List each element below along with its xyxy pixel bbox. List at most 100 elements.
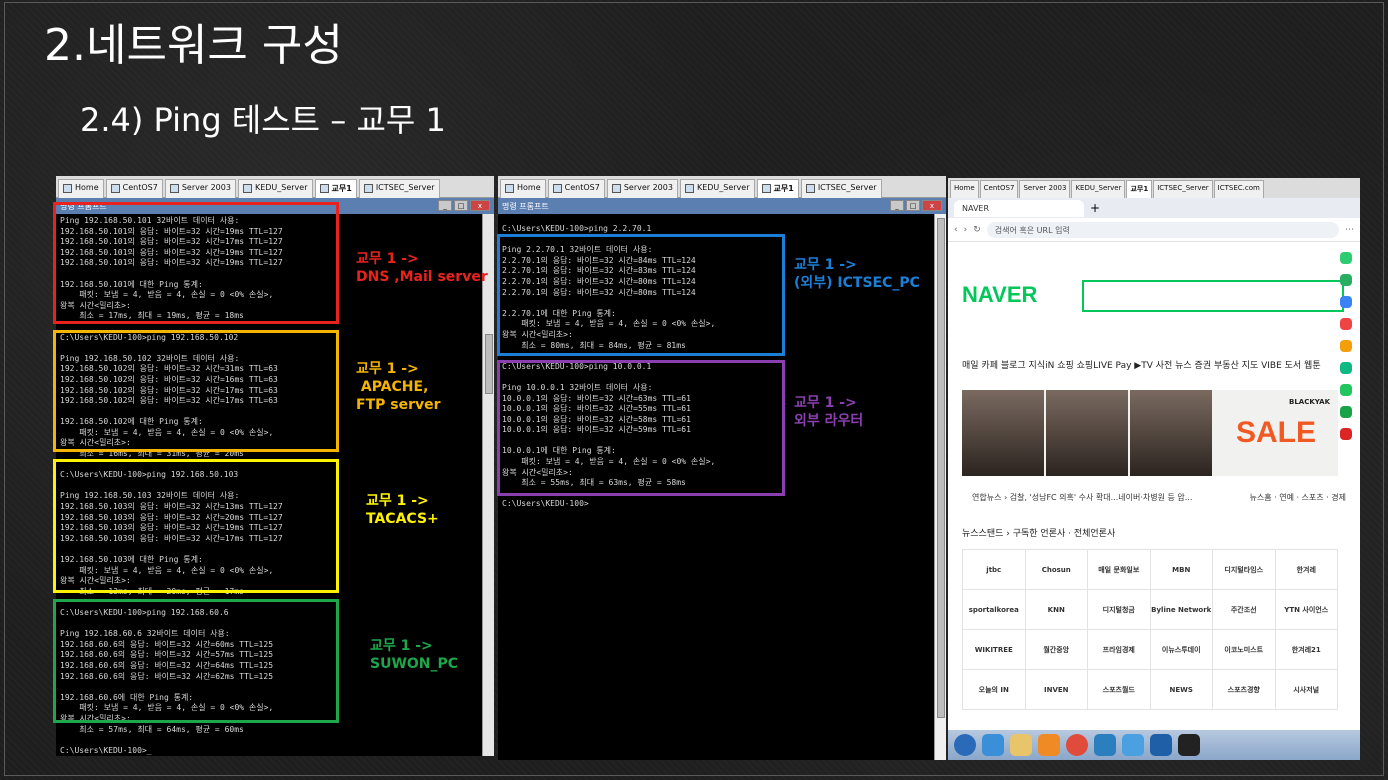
press-grid: jtbc Chosun 매일 문화일보 MBN 디지털타임스 한겨레 sportalkore… [962, 549, 1338, 710]
annotation-suwon-pc: 교무 1 -> SUWON_PC [370, 638, 459, 672]
close-button[interactable]: x [922, 200, 942, 211]
app-icon[interactable] [1340, 428, 1352, 440]
scrollbar-thumb[interactable] [485, 334, 493, 394]
press-item[interactable]: 이뉴스투데이 [1150, 630, 1213, 670]
press-item[interactable]: 프라임경제 [1088, 630, 1151, 670]
highlight-box-red [53, 202, 339, 324]
minimize-button[interactable]: _ [438, 200, 452, 211]
press-item[interactable]: sportalkorea [963, 590, 1026, 630]
vm-tab-gyomu1[interactable]: 교무1 [314, 179, 357, 198]
banner-sale-text: SALE [1235, 416, 1316, 449]
vm-tab-kedu-server[interactable]: KEDU_Server [237, 179, 313, 198]
press-item[interactable]: 오늘의 IN [963, 670, 1026, 710]
press-item[interactable]: 시사저널 [1275, 670, 1338, 710]
press-item[interactable]: 월간중앙 [1025, 630, 1088, 670]
vm-tab-bar: Home CentOS7 Server 2003 KEDU_Server 교무1… [948, 178, 1360, 198]
app-icon[interactable] [1340, 296, 1352, 308]
vm-tab-gyomu1[interactable]: 교무1 [756, 179, 799, 198]
app-icon[interactable] [1340, 252, 1352, 264]
press-item[interactable]: 스포츠경향 [1213, 670, 1276, 710]
press-item[interactable]: 스포츠월드 [1088, 670, 1151, 710]
app-icon[interactable] [1150, 734, 1172, 756]
new-tab-button[interactable]: + [1090, 201, 1100, 215]
browser-tab-naver[interactable]: NAVER [954, 199, 1084, 217]
news-ticker[interactable]: 연합뉴스 › 검찰, '성남FC 의혹' 수사 확대...네이버·차병원 등 압… [972, 492, 1346, 503]
vm-tab-ictsec-server[interactable]: ICTSEC_Server [358, 179, 440, 198]
explorer-icon[interactable] [1010, 734, 1032, 756]
press-item[interactable]: 디지털청금 [1088, 590, 1151, 630]
app-icon[interactable] [1340, 340, 1352, 352]
vm-tab-home[interactable]: Home [500, 179, 546, 198]
maximize-button[interactable]: □ [454, 200, 468, 211]
news-links[interactable]: 뉴스홈 · 연예 · 스포츠 · 경제 [1250, 492, 1347, 503]
app-icon[interactable] [1340, 274, 1352, 286]
banner-model-image [1130, 390, 1212, 476]
vm-tab-bar: Home CentOS7 Server 2003 KEDU_Server 교무1… [56, 176, 494, 198]
vm-tab-server2003[interactable]: Server 2003 [164, 179, 236, 198]
vm-tab-home[interactable]: Home [58, 179, 104, 198]
news-headline[interactable]: 연합뉴스 › 검찰, '성남FC 의혹' 수사 확대...네이버·차병원 등 압… [972, 492, 1192, 503]
naver-service-menu[interactable]: 매일 카페 블로그 지식iN 쇼핑 쇼핑LIVE Pay ▶TV 사전 뉴스 증… [962, 358, 1321, 371]
vm-tab-server2003[interactable]: Server 2003 [606, 179, 678, 198]
vm-tab-bar: Home CentOS7 Server 2003 KEDU_Server 교무1… [498, 176, 946, 198]
ad-banner[interactable]: BLACKYAK SALE [962, 390, 1338, 476]
close-button[interactable]: x [470, 200, 490, 211]
press-item[interactable]: 한겨레 [1275, 550, 1338, 590]
scrollbar-thumb[interactable] [937, 218, 945, 718]
vm-tab-kedu-server[interactable]: KEDU_Server [679, 179, 755, 198]
reload-icon[interactable]: ↻ [973, 225, 981, 235]
app-icon[interactable] [1340, 406, 1352, 418]
minimize-button[interactable]: _ [890, 200, 904, 211]
scrollbar[interactable] [934, 214, 946, 760]
vm-tab-kedu-server[interactable]: KEDU_Server [1071, 180, 1126, 198]
app-icon[interactable] [1340, 318, 1352, 330]
sidebar-icons [1340, 252, 1352, 440]
press-item[interactable]: Chosun [1025, 550, 1088, 590]
press-item[interactable]: KNN [1025, 590, 1088, 630]
back-icon[interactable]: ‹ [954, 225, 958, 235]
press-item[interactable]: YTN 사이언스 [1275, 590, 1338, 630]
highlight-box-purple [497, 360, 785, 496]
app-icon[interactable] [1340, 362, 1352, 374]
start-button-icon[interactable] [954, 734, 976, 756]
press-item[interactable]: 매일 문화일보 [1088, 550, 1151, 590]
vm-tab-ictsec-com[interactable]: ICTSEC.com [1213, 180, 1264, 198]
vm-tab-centos7[interactable]: CentOS7 [105, 179, 163, 198]
press-item[interactable]: jtbc [963, 550, 1026, 590]
press-item[interactable]: Byline Network [1150, 590, 1213, 630]
press-item[interactable]: WIKITREE [963, 630, 1026, 670]
naver-logo[interactable]: NAVER [962, 282, 1037, 308]
vm-tab-home[interactable]: Home [950, 180, 979, 198]
newsstand-header[interactable]: 뉴스스탠드 › 구독한 언론사 · 전체언론사 [962, 526, 1115, 539]
press-item[interactable]: 주간조선 [1213, 590, 1276, 630]
vm-tab-gyomu1[interactable]: 교무1 [1126, 180, 1153, 198]
press-item[interactable]: MBN [1150, 550, 1213, 590]
vm-tab-centos7[interactable]: CentOS7 [979, 180, 1019, 198]
vm-tab-centos7[interactable]: CentOS7 [547, 179, 605, 198]
press-item[interactable]: 한겨레21 [1275, 630, 1338, 670]
vm-tab-server2003[interactable]: Server 2003 [1019, 180, 1071, 198]
annotation-ictsec-pc: 교무 1 -> (외부) ICTSEC_PC [794, 257, 920, 291]
press-item[interactable]: 디지털타임스 [1213, 550, 1276, 590]
vm-tab-ictsec-server[interactable]: ICTSEC_Server [1153, 180, 1213, 198]
press-item[interactable]: INVEN [1025, 670, 1088, 710]
ie-icon[interactable] [982, 734, 1004, 756]
menu-icon[interactable]: ⋯ [1345, 225, 1354, 235]
chrome-icon[interactable] [1066, 734, 1088, 756]
app-icon[interactable] [1340, 384, 1352, 396]
maximize-button[interactable]: □ [906, 200, 920, 211]
url-input[interactable]: 검색어 혹은 URL 입력 [986, 221, 1339, 238]
app-icon[interactable] [1122, 734, 1144, 756]
media-player-icon[interactable] [1038, 734, 1060, 756]
forward-icon[interactable]: › [964, 225, 968, 235]
naver-search-input[interactable] [1082, 280, 1344, 312]
vm-tab-ictsec-server[interactable]: ICTSEC_Server [800, 179, 882, 198]
press-item[interactable]: NEWS [1150, 670, 1213, 710]
press-item[interactable]: 이코노미스트 [1213, 630, 1276, 670]
app-icon[interactable] [1094, 734, 1116, 756]
cmd-icon[interactable] [1178, 734, 1200, 756]
annotation-apache-ftp: 교무 1 -> APACHE, FTP server [356, 361, 441, 413]
scrollbar[interactable] [482, 214, 494, 756]
slide-title: 2.네트워크 구성 [44, 20, 343, 71]
vm-icon [110, 184, 120, 193]
